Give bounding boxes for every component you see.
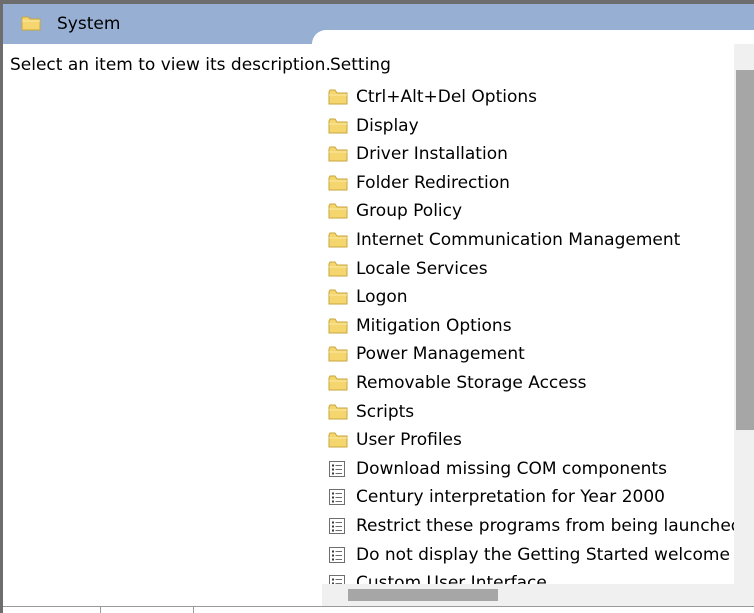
setting-label: Century interpretation for Year 2000	[356, 487, 665, 508]
folder-icon	[328, 288, 348, 306]
setting-row[interactable]: Mitigation Options	[328, 313, 734, 342]
setting-row[interactable]: Group Policy	[328, 198, 734, 227]
settings-list: Setting Ctrl+Alt+Del Options Display Drive…	[322, 44, 734, 584]
policy-setting-icon	[328, 517, 348, 535]
setting-label: Scripts	[356, 401, 415, 422]
setting-label: Locale Services	[356, 258, 488, 279]
folder-icon	[328, 174, 348, 192]
setting-label: Folder Redirection	[356, 172, 510, 193]
setting-label: Restrict these programs from being launc…	[356, 515, 734, 536]
folder-icon	[328, 145, 348, 163]
folder-icon	[21, 16, 41, 31]
header-notch	[312, 30, 754, 44]
view-tab[interactable]	[100, 607, 194, 613]
setting-label: Internet Communication Management	[356, 229, 681, 250]
setting-label: Display	[356, 115, 419, 136]
folder-icon	[328, 374, 348, 392]
folder-icon	[328, 88, 348, 106]
folder-icon	[328, 345, 348, 363]
setting-row[interactable]: Locale Services	[328, 256, 734, 285]
setting-label: Custom User Interface	[356, 573, 547, 584]
setting-label: Ctrl+Alt+Del Options	[356, 87, 538, 107]
setting-row[interactable]: Restrict these programs from being launc…	[328, 513, 734, 542]
setting-label: Driver Installation	[356, 144, 508, 165]
description-text: Select an item to view its description.	[10, 55, 331, 75]
folder-icon	[328, 202, 348, 220]
setting-row[interactable]: Ctrl+Alt+Del Options	[328, 84, 734, 113]
setting-row[interactable]: Logon	[328, 284, 734, 313]
setting-row[interactable]: Download missing COM components	[328, 456, 734, 485]
window-frame-left	[0, 0, 3, 613]
setting-row[interactable]: Display	[328, 113, 734, 142]
folder-icon	[328, 403, 348, 421]
scrollbar-corner	[734, 584, 754, 606]
setting-row[interactable]: Scripts	[328, 399, 734, 428]
setting-label: Removable Storage Access	[356, 372, 587, 393]
horizontal-scrollbar-thumb[interactable]	[348, 589, 498, 601]
setting-row[interactable]: Folder Redirection	[328, 170, 734, 199]
setting-label: Mitigation Options	[356, 315, 512, 336]
setting-label: User Profiles	[356, 430, 462, 451]
setting-row[interactable]: Power Management	[328, 341, 734, 370]
category-title: System	[57, 14, 121, 34]
setting-row[interactable]: Internet Communication Management	[328, 227, 734, 256]
policy-setting-icon	[328, 488, 348, 506]
folder-icon	[328, 431, 348, 449]
settings-rows: Ctrl+Alt+Del Options Display Driver Instal…	[328, 84, 734, 584]
folder-icon	[328, 260, 348, 278]
setting-label: Power Management	[356, 344, 525, 365]
group-policy-window: System Select an item to view its descri…	[0, 0, 754, 613]
setting-label: Do not display the Getting Started welco…	[356, 544, 734, 565]
setting-row[interactable]: User Profiles	[328, 427, 734, 456]
setting-row[interactable]: Driver Installation	[328, 141, 734, 170]
vertical-scrollbar-thumb[interactable]	[736, 70, 754, 430]
setting-row[interactable]: Removable Storage Access	[328, 370, 734, 399]
setting-label: Download missing COM components	[356, 458, 667, 479]
setting-row[interactable]: Century interpretation for Year 2000	[328, 484, 734, 513]
folder-icon	[328, 317, 348, 335]
folder-icon	[328, 117, 348, 135]
setting-label: Group Policy	[356, 201, 463, 222]
setting-label: Logon	[356, 287, 408, 308]
folder-icon	[328, 231, 348, 249]
policy-setting-icon	[328, 460, 348, 478]
setting-row[interactable]: Do not display the Getting Started welco…	[328, 542, 734, 571]
setting-row[interactable]: Custom User Interface	[328, 570, 734, 584]
policy-setting-icon	[328, 546, 348, 564]
policy-setting-icon	[328, 574, 348, 584]
column-header-setting[interactable]: Setting	[330, 54, 391, 76]
